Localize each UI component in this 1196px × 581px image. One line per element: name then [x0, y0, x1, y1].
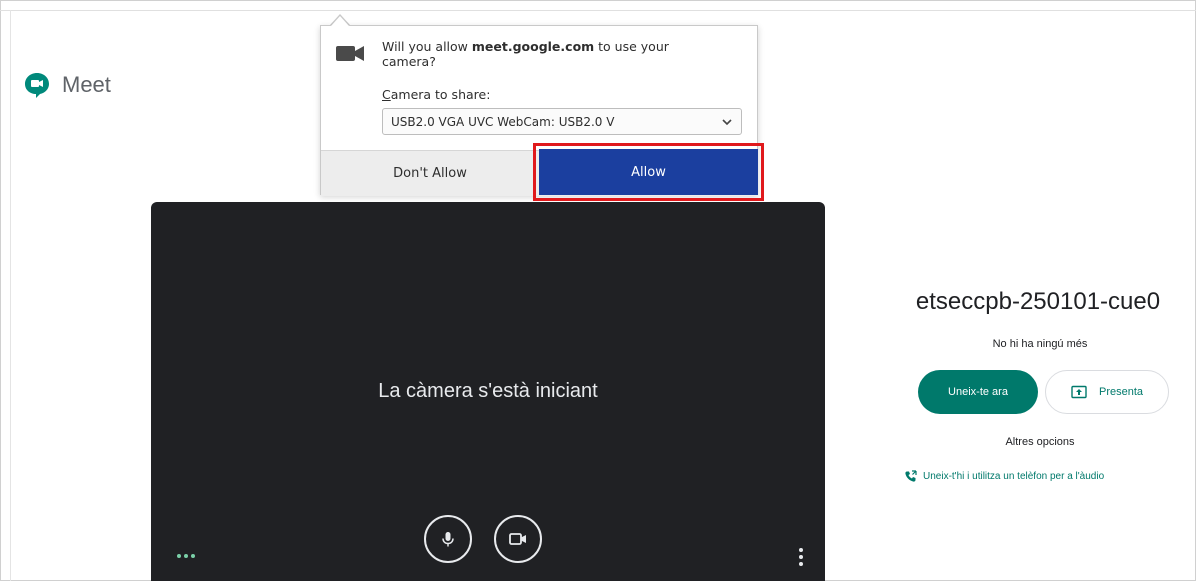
camera-status-text: La càmera s'està iniciant	[378, 380, 598, 402]
microphone-icon	[442, 532, 454, 547]
meeting-code: etseccpb-250101-cue0	[915, 288, 1161, 315]
video-controls	[424, 515, 542, 563]
video-camera-icon	[509, 533, 526, 545]
browser-toolbar-divider	[0, 10, 1196, 11]
audio-level-indicator	[177, 554, 195, 558]
meet-logo[interactable]: Meet	[22, 70, 111, 100]
other-options-heading: Altres opcions	[1005, 436, 1075, 448]
dont-allow-button[interactable]: Don't Allow	[321, 151, 539, 196]
permission-question: Will you allow meet.google.com to use yo…	[382, 39, 669, 69]
video-preview: La càmera s'està iniciant	[151, 202, 825, 581]
allow-highlight-box	[533, 143, 764, 201]
join-now-button[interactable]: Uneix-te ara	[918, 370, 1038, 414]
phone-forward-icon	[905, 470, 917, 482]
camera-to-share-label: Camera to share:	[382, 87, 491, 102]
video-camera-icon	[335, 42, 365, 69]
present-screen-icon	[1071, 385, 1087, 399]
camera-toggle-button[interactable]	[494, 515, 542, 563]
camera-select-value: USB2.0 VGA UVC WebCam: USB2.0 V	[391, 114, 615, 129]
page-left-edge	[10, 10, 11, 581]
participants-status: No hi ha ningú més	[992, 338, 1088, 350]
present-button[interactable]: Presenta	[1045, 370, 1169, 414]
popup-arrow-fill	[331, 16, 349, 26]
more-options-icon[interactable]	[799, 548, 803, 566]
join-by-phone-label: Uneix-t'hi i utilitza un telèfon per a l…	[923, 471, 1105, 482]
present-button-label: Presenta	[1098, 386, 1144, 398]
camera-select[interactable]: USB2.0 VGA UVC WebCam: USB2.0 V	[382, 108, 742, 135]
chevron-down-icon	[721, 116, 733, 131]
permission-site: meet.google.com	[471, 39, 595, 54]
microphone-toggle-button[interactable]	[424, 515, 472, 563]
join-by-phone-link[interactable]: Uneix-t'hi i utilitza un telèfon per a l…	[904, 470, 1104, 483]
meet-logo-icon	[22, 70, 52, 100]
meet-logo-text: Meet	[62, 72, 111, 97]
